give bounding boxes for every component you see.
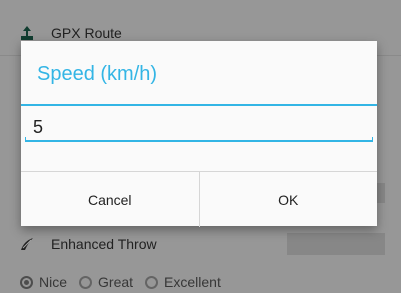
input-underline: [25, 137, 373, 142]
dialog-title: Speed (km/h): [37, 63, 158, 85]
ok-button[interactable]: OK: [200, 172, 378, 227]
dialog-button-bar: Cancel OK: [21, 171, 377, 227]
speed-dialog: Speed (km/h) Cancel OK: [21, 41, 377, 227]
cancel-button[interactable]: Cancel: [21, 172, 199, 227]
title-divider: [21, 104, 377, 106]
speed-input[interactable]: [29, 111, 369, 143]
